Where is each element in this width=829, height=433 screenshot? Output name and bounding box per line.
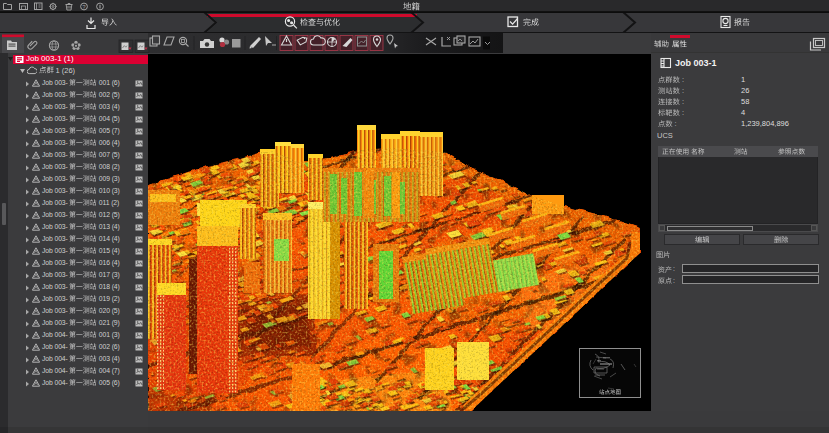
svg-text:?: ? xyxy=(82,4,86,10)
